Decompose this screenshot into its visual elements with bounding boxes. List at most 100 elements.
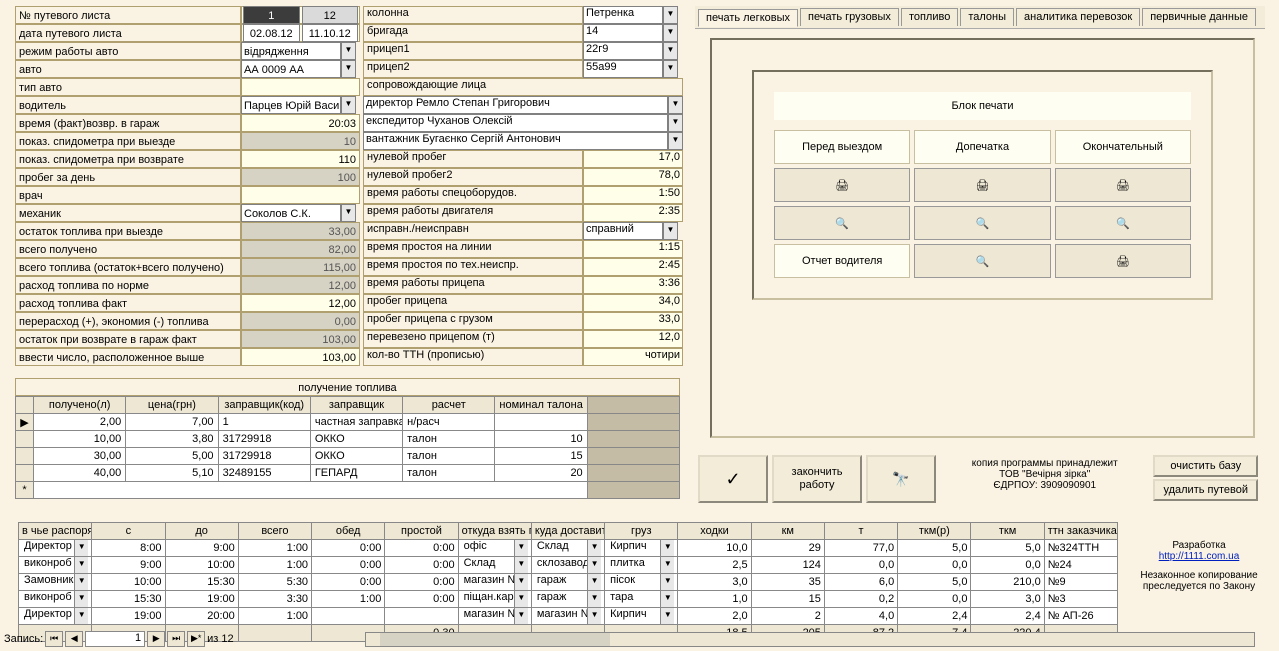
table-cell[interactable]: 9:00	[165, 540, 238, 557]
table-cell[interactable]: 2	[751, 608, 824, 625]
field-value[interactable]: 12,00	[241, 294, 360, 312]
table-cell[interactable]: Кирпич▼	[605, 540, 678, 557]
chevron-down-icon[interactable]: ▼	[660, 574, 674, 590]
table-cell[interactable]: 10:00	[92, 574, 165, 591]
horizontal-scrollbar[interactable]	[365, 632, 1255, 647]
table-cell[interactable]: 5:30	[238, 574, 311, 591]
table-cell[interactable]: №3	[1044, 591, 1117, 608]
table-cell[interactable]: 2,00	[34, 414, 126, 431]
table-cell[interactable]: №324ТТН	[1044, 540, 1117, 557]
table-cell[interactable]: Склад▼	[458, 557, 531, 574]
table-cell[interactable]: н/расч	[403, 414, 495, 431]
table-cell[interactable]: 20:00	[165, 608, 238, 625]
tab[interactable]: печать легковых	[698, 9, 798, 27]
table-cell[interactable]: 2,4	[971, 608, 1044, 625]
binoculars-button[interactable]: 🔭	[866, 455, 936, 503]
combo-field[interactable]: відрядження▼	[241, 42, 356, 60]
tab[interactable]: первичные данные	[1142, 8, 1256, 26]
table-cell[interactable]: виконроб▼	[19, 591, 92, 608]
table-cell[interactable]: Директор▼	[19, 608, 92, 625]
combo-field[interactable]: 55а99▼	[583, 60, 678, 78]
chevron-down-icon[interactable]: ▼	[663, 222, 678, 240]
print-button[interactable]: 🖨	[774, 168, 910, 202]
table-cell[interactable]: 15	[495, 448, 587, 465]
field-value[interactable]: 78,0	[583, 168, 683, 186]
table-cell[interactable]: 3,0	[678, 574, 751, 591]
table-cell[interactable]: склозавод▼	[531, 557, 604, 574]
chevron-down-icon[interactable]: ▼	[514, 540, 528, 556]
table-cell[interactable]: ОККО	[310, 431, 402, 448]
chevron-down-icon[interactable]: ▼	[663, 6, 678, 24]
table-cell[interactable]: 0:00	[312, 557, 385, 574]
table-cell[interactable]: офіс▼	[458, 540, 531, 557]
combo-field[interactable]: Парцев Юрій Васи▼	[241, 96, 356, 114]
date-b[interactable]: 11.10.12	[302, 24, 359, 42]
preview-button[interactable]: 🔍	[1055, 206, 1191, 240]
chevron-down-icon[interactable]: ▼	[587, 557, 601, 573]
chevron-down-icon[interactable]: ▼	[514, 574, 528, 590]
table-cell[interactable]: 4,0	[824, 608, 897, 625]
table-cell[interactable]: 30,00	[34, 448, 126, 465]
routes-table[interactable]: в чье распоряжение(клиент)сдовсегообедпр…	[18, 522, 1118, 642]
table-cell[interactable]: 0:00	[385, 540, 458, 557]
field-value[interactable]	[241, 78, 360, 96]
table-cell[interactable]: талон	[403, 431, 495, 448]
table-cell[interactable]: 2,5	[678, 557, 751, 574]
table-cell[interactable]: 3:30	[238, 591, 311, 608]
chevron-down-icon[interactable]: ▼	[587, 608, 601, 624]
field-value[interactable]: 3:36	[583, 276, 683, 294]
table-cell[interactable]: 124	[751, 557, 824, 574]
combo-field[interactable]: Петренка▼	[583, 6, 678, 24]
table-cell[interactable]: 5,0	[971, 540, 1044, 557]
table-cell[interactable]: 32489155	[218, 465, 310, 482]
nav-pos[interactable]: 1	[85, 631, 145, 647]
chevron-down-icon[interactable]: ▼	[587, 591, 601, 607]
table-cell[interactable]: ОККО	[310, 448, 402, 465]
table-cell[interactable]: 0:00	[385, 557, 458, 574]
table-cell[interactable]: магазин №33▼	[531, 608, 604, 625]
table-cell[interactable]: 2,0	[678, 608, 751, 625]
table-cell[interactable]: 2,4	[898, 608, 971, 625]
field-value[interactable]: 110	[241, 150, 360, 168]
preview-button[interactable]: 🔍	[774, 206, 910, 240]
table-cell[interactable]: плитка▼	[605, 557, 678, 574]
print-button[interactable]: 🖨	[1055, 244, 1191, 278]
chevron-down-icon[interactable]: ▼	[341, 42, 356, 60]
field-value[interactable]: чотири	[583, 348, 683, 366]
table-cell[interactable]: 0,0	[898, 591, 971, 608]
table-cell[interactable]: 9:00	[92, 557, 165, 574]
nav-next[interactable]: ▶	[147, 631, 165, 647]
table-cell[interactable]: №9	[1044, 574, 1117, 591]
table-cell[interactable]: ГЕПАРД	[310, 465, 402, 482]
table-cell[interactable]: 10:00	[165, 557, 238, 574]
escort-combo[interactable]: експедитор Чуханов Олексій▼	[363, 114, 683, 132]
escort-combo[interactable]: вантажник Бугаєнко Сергій Антонович▼	[363, 132, 683, 150]
table-cell[interactable]: 0:00	[312, 540, 385, 557]
table-cell[interactable]: 5,10	[126, 465, 218, 482]
table-cell[interactable]: 5,0	[898, 574, 971, 591]
table-cell[interactable]: пісок▼	[605, 574, 678, 591]
table-cell[interactable]: 10,00	[34, 431, 126, 448]
date-a[interactable]: 02.08.12	[243, 24, 300, 42]
finish-button[interactable]: закончить работу	[772, 455, 862, 503]
table-cell[interactable]: піщан.кар'єр▼	[458, 591, 531, 608]
dev-link[interactable]: http://1111.com.ua	[1159, 551, 1240, 562]
chevron-down-icon[interactable]: ▼	[587, 574, 601, 590]
table-cell[interactable]: Директор▼	[19, 540, 92, 557]
chevron-down-icon[interactable]: ▼	[514, 608, 528, 624]
chevron-down-icon[interactable]: ▼	[668, 132, 683, 150]
combo-field[interactable]: 14▼	[583, 24, 678, 42]
chevron-down-icon[interactable]: ▼	[74, 591, 88, 607]
table-cell[interactable]: Склад▼	[531, 540, 604, 557]
table-cell[interactable]: талон	[403, 448, 495, 465]
chevron-down-icon[interactable]: ▼	[660, 608, 674, 624]
chevron-down-icon[interactable]: ▼	[663, 60, 678, 78]
print-button[interactable]: 🖨	[914, 168, 1050, 202]
table-cell[interactable]: 3,0	[971, 591, 1044, 608]
table-cell[interactable]	[495, 414, 587, 431]
chevron-down-icon[interactable]: ▼	[341, 60, 356, 78]
delete-sheet-button[interactable]: удалить путевой	[1153, 479, 1258, 501]
preview-button[interactable]: 🔍	[914, 206, 1050, 240]
clear-db-button[interactable]: очистить базу	[1153, 455, 1258, 477]
table-cell[interactable]: 1:00	[238, 540, 311, 557]
